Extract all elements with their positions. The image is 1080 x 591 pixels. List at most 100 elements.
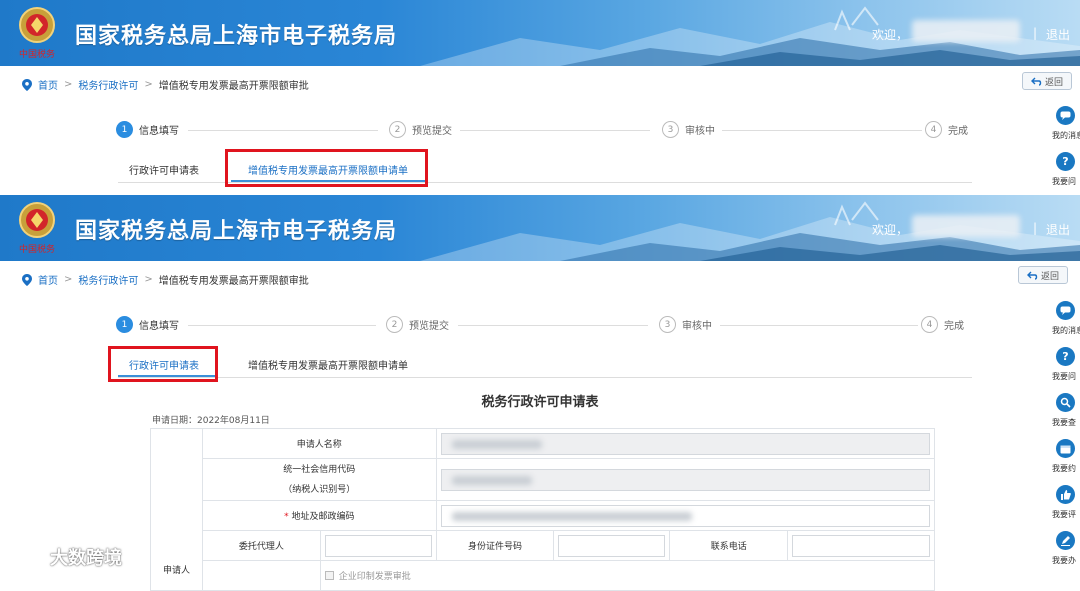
step-label: 审核中: [685, 126, 715, 137]
checkbox-label: 企业印制发票审批: [338, 571, 411, 582]
step-number: 3: [662, 121, 679, 138]
credit-code-field[interactable]: [440, 468, 930, 491]
id-number-field[interactable]: [558, 534, 666, 557]
header-separator: |: [1033, 221, 1038, 235]
welcome-text: 欢迎，: [872, 223, 909, 237]
step-label: 预览提交: [412, 126, 452, 137]
step-number: 3: [659, 316, 676, 333]
form-title: 税务行政许可申请表: [481, 395, 599, 410]
step-number: 1: [116, 121, 133, 138]
credit-code-label-text: 统一社会信用代码: [283, 464, 356, 475]
step-2: 2 预览提交: [389, 121, 452, 138]
step-1: 1 信息填写: [116, 121, 179, 138]
applicant-section-label: 申请人: [150, 428, 203, 591]
chat-bubble-icon: [1056, 301, 1075, 320]
side-item-handle[interactable]: 我要办: [1046, 531, 1080, 565]
back-button-label: 返回: [1044, 77, 1063, 88]
watermark-text: 大数跨境: [50, 548, 122, 569]
applicant-name-cell: [435, 428, 936, 459]
logout-link[interactable]: 退出: [1046, 26, 1070, 43]
step-label: 信息填写: [139, 321, 179, 332]
invoice-printing-checkbox[interactable]: [324, 570, 334, 580]
tax-bureau-emblem-icon: 中国税务: [19, 7, 55, 60]
phone-label-text: 联系电话: [710, 542, 747, 552]
side-item-ask[interactable]: ? 我要问: [1046, 347, 1080, 381]
application-form-table: 申请人 申请人名称 统一社会信用代码 （纳税人识别号） * 地址及邮政编码 委托…: [150, 428, 936, 591]
step-label: 预览提交: [409, 321, 449, 332]
location-pin-icon: [22, 78, 32, 91]
phone-field[interactable]: [792, 534, 930, 557]
step-4: 4 完成: [921, 316, 964, 333]
checkbox-cell: 企业印制发票审批: [319, 560, 936, 591]
calendar-icon: [1056, 439, 1075, 458]
agent-field[interactable]: [324, 534, 432, 557]
redacted-value: [451, 511, 692, 521]
breadcrumb-current: 增值税专用发票最高开票限额审批: [158, 276, 309, 287]
empty-cell: [201, 560, 321, 591]
applicant-name-field[interactable]: [440, 432, 930, 455]
address-cell: [435, 500, 936, 531]
redacted-value: [451, 475, 532, 485]
back-arrow-icon: [1026, 271, 1038, 280]
highlight-box: [225, 149, 428, 187]
step-number: 2: [389, 121, 406, 138]
step-connector: [460, 130, 650, 131]
tab-permit-application[interactable]: 行政许可申请表: [129, 162, 199, 177]
question-icon: ?: [1056, 347, 1075, 366]
step-1: 1 信息填写: [116, 316, 179, 333]
breadcrumb: 首页 > 税务行政许可 > 增值税专用发票最高开票限额审批: [22, 77, 309, 92]
breadcrumb-home[interactable]: 首页: [38, 272, 58, 287]
breadcrumb-tax-permit[interactable]: 税务行政许可: [78, 272, 138, 287]
breadcrumb-tax-permit[interactable]: 税务行政许可: [78, 77, 138, 92]
breadcrumb-separator: >: [64, 274, 73, 285]
form-tabs: 行政许可申请表 增值税专用发票最高开票限额申请单: [118, 352, 972, 378]
credit-code-label: 统一社会信用代码 （纳税人识别号）: [201, 458, 437, 501]
step-number: 4: [921, 316, 938, 333]
side-item-rate[interactable]: 我要评: [1046, 485, 1080, 519]
agent-label-text: 委托代理人: [238, 542, 284, 552]
step-number: 2: [386, 316, 403, 333]
svg-text:中国税务: 中国税务: [19, 48, 55, 60]
step-number: 1: [116, 316, 133, 333]
back-button[interactable]: 返回: [1022, 72, 1072, 90]
watermark-logo-icon: [10, 547, 43, 566]
side-item-ask[interactable]: ? 我要问: [1046, 152, 1080, 186]
address-field[interactable]: [440, 504, 930, 527]
applicant-name-label-text: 申请人名称: [296, 440, 342, 450]
breadcrumb-separator: >: [144, 274, 153, 285]
step-connector: [188, 130, 378, 131]
step-connector: [722, 130, 922, 131]
side-item-label: 我要问: [1052, 177, 1076, 186]
applicant-name-label: 申请人名称: [201, 428, 437, 459]
step-2: 2 预览提交: [386, 316, 449, 333]
side-item-label: 我要评: [1052, 510, 1076, 519]
side-item-messages[interactable]: 我的消息: [1046, 301, 1080, 335]
redacted-username: [912, 20, 1020, 42]
site-title: 国家税务总局上海市电子税务局: [75, 219, 398, 244]
breadcrumb-home[interactable]: 首页: [38, 77, 58, 92]
tab-invoice-limit-application[interactable]: 增值税专用发票最高开票限额申请单: [248, 357, 408, 372]
step-number: 4: [925, 121, 942, 138]
application-date: 申请日期：2022年08月11日: [152, 416, 270, 426]
side-item-messages[interactable]: 我的消息: [1046, 106, 1080, 140]
breadcrumb-separator: >: [144, 79, 153, 90]
thumbs-up-icon: [1056, 485, 1075, 504]
logout-link[interactable]: 退出: [1046, 221, 1070, 238]
applicant-section-text: 申请人: [162, 566, 190, 576]
agent-cell: [319, 530, 437, 561]
back-button-label: 返回: [1040, 271, 1059, 282]
step-label: 完成: [948, 126, 968, 137]
back-button[interactable]: 返回: [1018, 266, 1068, 284]
location-pin-icon: [22, 273, 32, 286]
screenshot-top: 中国税务 国家税务总局上海市电子税务局 欢迎， | 退出 首页 > 税务行政许可…: [0, 0, 1080, 195]
back-arrow-icon: [1030, 77, 1042, 86]
pencil-icon: [1056, 531, 1075, 550]
required-mark: *: [284, 512, 289, 522]
credit-code-cell: [435, 458, 936, 501]
side-item-appointment[interactable]: 我要约: [1046, 439, 1080, 473]
step-label: 完成: [944, 321, 964, 332]
header-banner: 中国税务 国家税务总局上海市电子税务局 欢迎， | 退出: [0, 195, 1080, 261]
agent-label: 委托代理人: [201, 530, 321, 561]
header-separator: |: [1033, 26, 1038, 40]
side-item-label: 我要查: [1052, 418, 1076, 427]
